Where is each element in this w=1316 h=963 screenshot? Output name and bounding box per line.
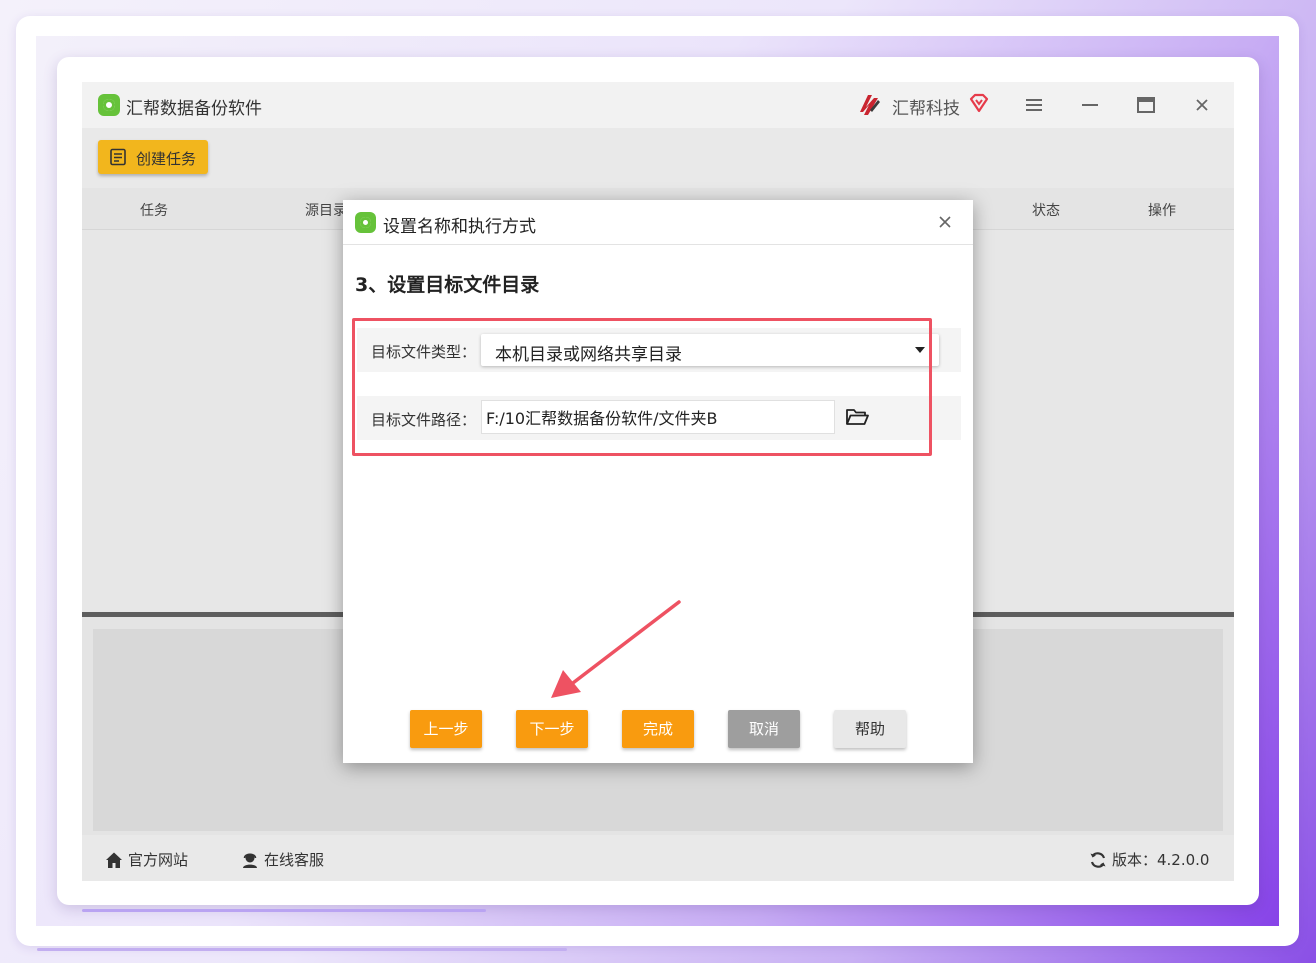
cancel-button[interactable]: 取消 [728,710,800,748]
create-task-label: 创建任务 [136,150,197,168]
finish-button[interactable]: 完成 [622,710,694,748]
version-info[interactable]: 版本：4.2.0.0 [1088,849,1209,870]
menu-icon[interactable] [1020,92,1048,118]
previous-step-button[interactable]: 上一步 [410,710,482,748]
create-task-button[interactable]: 创建任务 [98,140,208,174]
support-agent-icon [243,853,257,868]
brand-name: 汇帮科技 [892,99,960,119]
dialog-logo-icon [355,212,376,233]
home-icon [106,852,122,868]
target-type-label: 目标文件类型： [371,343,477,361]
decorative-line [82,909,486,912]
minimize-icon[interactable] [1076,92,1104,118]
maximize-icon[interactable] [1132,92,1160,118]
official-website-link[interactable]: 官方网站 [104,849,188,870]
target-path-input[interactable] [481,400,835,434]
version-label: 版本：4.2.0.0 [1112,851,1210,869]
refresh-icon [1090,851,1106,868]
close-icon[interactable] [1188,92,1216,118]
column-header-source: 源目录 [305,203,347,219]
dialog-title: 设置名称和执行方式 [383,217,536,237]
toolbar: 创建任务 [82,128,1234,188]
target-type-row: 目标文件类型： 本机目录或网络共享目录 [357,328,961,372]
target-path-row: 目标文件路径： [357,396,961,440]
dialog-header: 设置名称和执行方式 [343,200,973,245]
official-website-label: 官方网站 [128,851,189,869]
document-icon [110,148,126,166]
chevron-down-icon [915,347,925,353]
online-support-label: 在线客服 [264,851,325,869]
settings-dialog: 设置名称和执行方式 3、设置目标文件目录 目标文件类型： 本机目录或网络共享目录… [343,200,973,763]
annotation-arrow-icon [551,600,681,698]
target-path-label: 目标文件路径： [371,411,477,429]
column-header-status: 状态 [1032,203,1060,219]
help-button[interactable]: 帮助 [834,710,906,748]
decorative-line [37,948,567,951]
step-title: 3、设置目标文件目录 [355,274,540,296]
app-title: 汇帮数据备份软件 [126,99,262,119]
folder-open-icon[interactable] [845,406,869,428]
online-support-link[interactable]: 在线客服 [240,849,324,870]
target-type-value: 本机目录或网络共享目录 [495,345,682,365]
target-type-select[interactable]: 本机目录或网络共享目录 [481,334,939,366]
status-bar: 官方网站 在线客服 版本：4.2.0.0 [82,835,1234,881]
next-step-button[interactable]: 下一步 [516,710,588,748]
brand-logo-icon [860,95,880,115]
dialog-close-icon[interactable] [933,210,957,234]
app-logo-icon [98,94,120,116]
column-header-actions: 操作 [1148,203,1176,219]
title-bar: 汇帮数据备份软件 汇帮科技 [82,82,1234,128]
vip-diamond-icon[interactable] [968,92,990,114]
column-header-task: 任务 [140,203,168,219]
